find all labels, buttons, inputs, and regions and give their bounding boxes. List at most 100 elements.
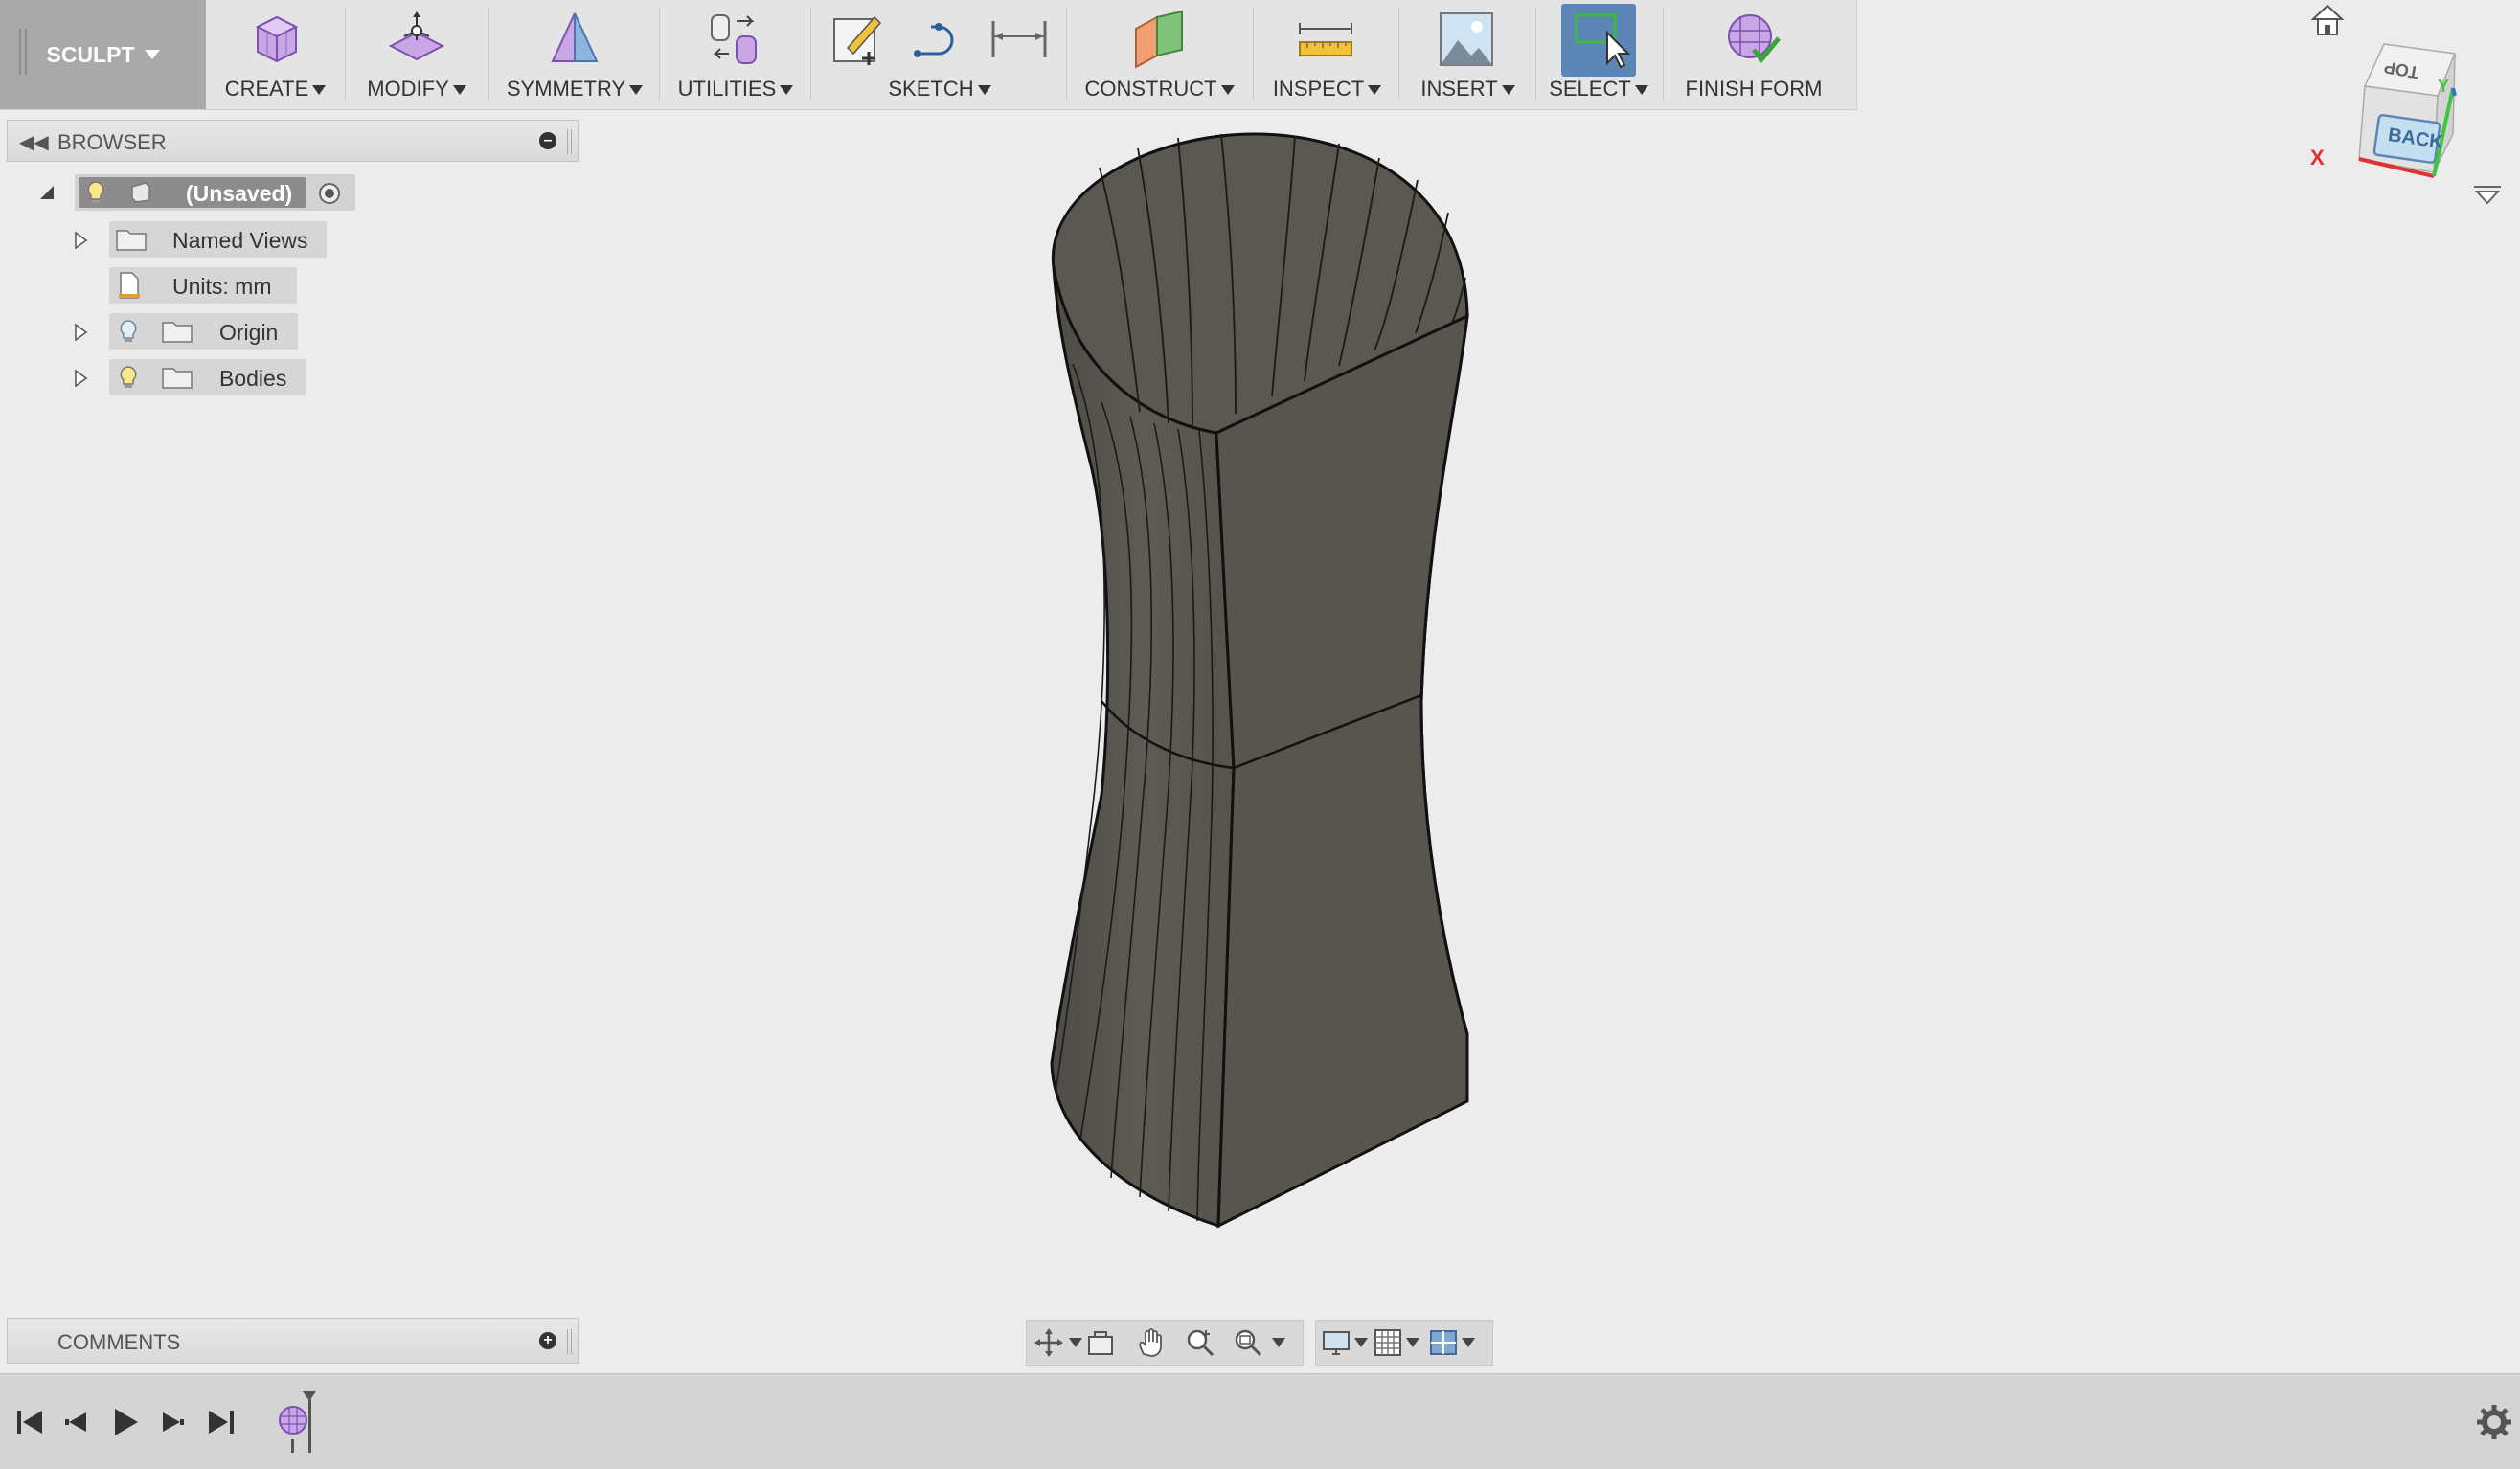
toolbar-divider (1398, 8, 1399, 100)
home-icon[interactable] (2310, 4, 2345, 35)
step-forward-icon[interactable] (153, 1403, 192, 1441)
activate-radio-icon[interactable] (317, 181, 342, 206)
toolbar-divider (1535, 8, 1536, 100)
construct-label: CONSTRUCT (1084, 77, 1217, 101)
chevron-down-icon[interactable] (1405, 1337, 1420, 1348)
finish-form-button[interactable]: FINISH FORM (1668, 0, 1840, 109)
chevron-down-icon (780, 85, 794, 96)
orbit-icon[interactable] (1033, 1327, 1064, 1358)
chevron-down-icon (312, 85, 327, 96)
sketch-menu[interactable]: SKETCH (815, 0, 1064, 109)
zoom-window-icon[interactable] (1233, 1327, 1263, 1358)
y-axis-label: Y (2438, 77, 2450, 96)
panel-grip[interactable] (567, 1329, 572, 1354)
go-to-end-icon[interactable] (201, 1403, 239, 1441)
sketch-label: SKETCH (888, 77, 974, 101)
add-comment-icon[interactable]: + (539, 1332, 556, 1349)
zoom-icon[interactable] (1185, 1327, 1215, 1358)
collapse-panel-icon[interactable]: ◀◀ (19, 130, 49, 154)
browser-item-named-views[interactable]: Named Views (0, 221, 383, 258)
look-at-icon[interactable] (1085, 1327, 1116, 1358)
browser-root-row[interactable]: (Unsaved) (0, 174, 383, 211)
workspace-label: SCULPT (46, 41, 135, 67)
chevron-down-icon (1368, 85, 1382, 96)
insert-image-icon (1440, 12, 1493, 66)
expanded-triangle-icon[interactable] (38, 184, 56, 201)
toolbar-divider (1066, 8, 1067, 100)
expand-triangle-icon[interactable] (73, 231, 88, 250)
go-to-start-icon[interactable] (11, 1403, 50, 1441)
inspect-menu[interactable]: INSPECT (1258, 0, 1396, 109)
navigation-bar (1026, 1320, 1493, 1366)
chevron-down-icon (629, 85, 644, 96)
toolbar: SCULPT CREATE MODIFY SYMMETRY UTILITIES … (0, 0, 1857, 110)
timeline-settings-gear-icon[interactable] (2475, 1403, 2513, 1441)
chevron-down-icon[interactable] (1068, 1337, 1083, 1348)
visibility-lightbulb-off-icon[interactable] (115, 318, 142, 345)
utilities-menu[interactable]: UTILITIES (664, 0, 807, 109)
create-form-box-icon (255, 15, 299, 63)
symmetry-menu[interactable]: SYMMETRY (493, 0, 656, 109)
chevron-down-icon (1220, 85, 1235, 96)
create-label: CREATE (224, 77, 309, 101)
timeline-form-feature-icon[interactable] (270, 1388, 329, 1458)
create-menu[interactable]: CREATE (206, 0, 345, 109)
comments-title: COMMENTS (57, 1330, 181, 1354)
timeline-bar (0, 1373, 2520, 1469)
visibility-lightbulb-icon[interactable] (115, 364, 142, 391)
step-back-icon[interactable] (57, 1403, 96, 1441)
finish-form-label: FINISH FORM (1685, 77, 1823, 101)
expand-triangle-icon[interactable] (73, 369, 88, 388)
browser-item-origin[interactable]: Origin (0, 313, 383, 350)
chevron-down-icon (144, 50, 160, 59)
modify-menu[interactable]: MODIFY (350, 0, 484, 109)
component-icon (131, 182, 150, 203)
workspace-switcher[interactable]: SCULPT (0, 0, 206, 109)
utilities-label: UTILITIES (677, 77, 777, 101)
construct-menu[interactable]: CONSTRUCT (1071, 0, 1248, 109)
construct-plane-icon (1135, 10, 1183, 69)
insert-menu[interactable]: INSERT (1403, 0, 1532, 109)
visibility-lightbulb-icon[interactable] (82, 179, 109, 206)
browser-item-bodies[interactable]: Bodies (0, 359, 383, 396)
modify-label: MODIFY (367, 77, 449, 101)
sketch-dimension-icon (991, 21, 1047, 57)
panel-minimize-icon[interactable]: – (539, 132, 556, 149)
panel-grip[interactable] (567, 129, 572, 154)
chevron-down-icon[interactable] (1461, 1337, 1476, 1348)
root-label: (Unsaved) (186, 181, 293, 206)
toolbar-divider (659, 8, 660, 100)
viewports-icon[interactable] (1428, 1327, 1459, 1358)
modify-form-icon (388, 11, 445, 61)
select-label: SELECT (1549, 77, 1631, 101)
chevron-down-icon[interactable] (1271, 1337, 1286, 1348)
utilities-icon (711, 14, 757, 64)
select-menu[interactable]: SELECT (1540, 0, 1657, 109)
sculpt-body-model[interactable] (1034, 124, 1494, 1235)
pan-hand-icon[interactable] (1135, 1327, 1166, 1358)
insert-label: INSERT (1420, 77, 1498, 101)
grid-settings-icon[interactable] (1373, 1327, 1403, 1358)
document-settings-icon (119, 272, 140, 299)
symmetry-icon (551, 12, 599, 62)
viewcube-menu-icon[interactable] (2471, 182, 2504, 207)
folder-icon (162, 368, 193, 389)
comments-panel[interactable]: COMMENTS + (7, 1318, 579, 1364)
expand-triangle-icon[interactable] (73, 323, 88, 342)
chevron-down-icon (1634, 85, 1648, 96)
origin-label: Origin (219, 320, 279, 345)
browser-panel-header[interactable]: ◀◀ BROWSER – (7, 120, 579, 162)
toolbar-divider (488, 8, 489, 100)
units-label: Units: mm (172, 274, 272, 299)
model-right-face (1215, 313, 1469, 1229)
chevron-down-icon[interactable] (1353, 1337, 1369, 1348)
browser-item-units[interactable]: Units: mm (0, 267, 383, 304)
toolbar-divider (345, 8, 346, 100)
chevron-down-icon (977, 85, 991, 96)
play-icon[interactable] (105, 1403, 144, 1441)
toolbar-grip[interactable] (19, 29, 27, 75)
folder-icon (162, 322, 193, 343)
toolbar-divider (1253, 8, 1254, 100)
display-settings-icon[interactable] (1321, 1327, 1351, 1358)
symmetry-label: SYMMETRY (506, 77, 626, 101)
